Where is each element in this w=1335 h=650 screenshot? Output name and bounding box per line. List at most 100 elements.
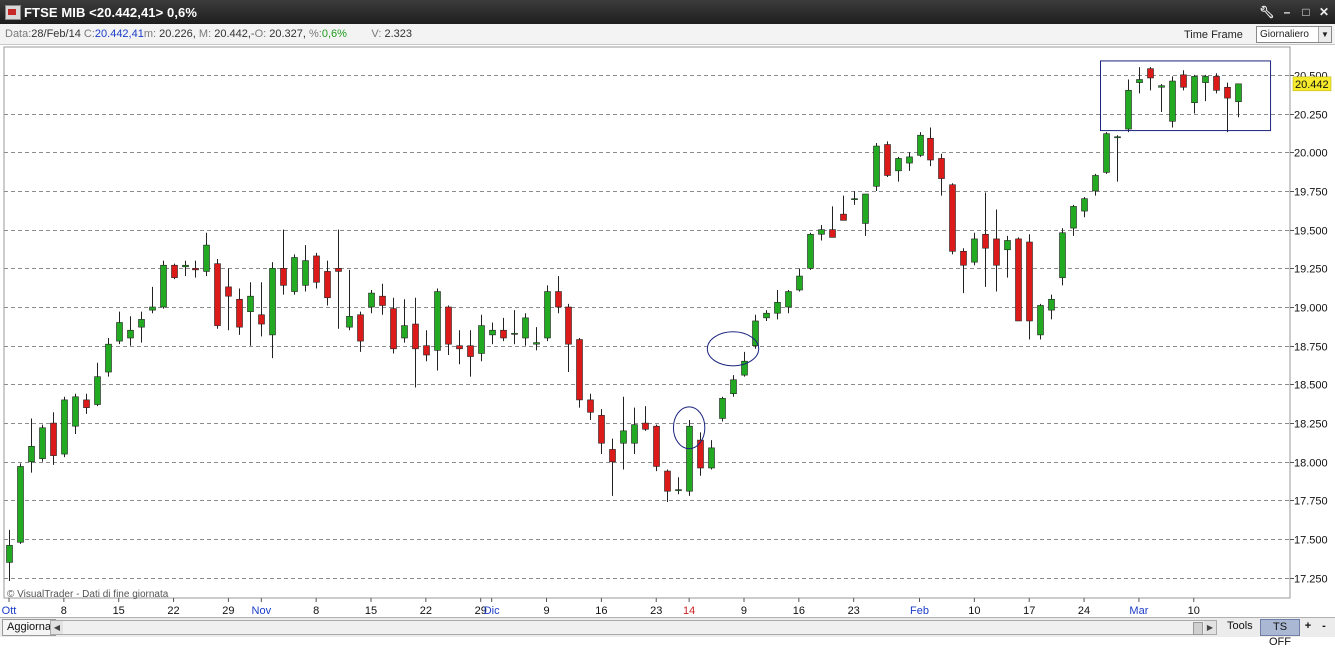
chevron-down-icon[interactable]: ▼	[1318, 27, 1331, 42]
refresh-button[interactable]: Aggiorna	[2, 619, 57, 636]
candle-up	[203, 244, 210, 272]
candle-up	[138, 319, 145, 328]
scroll-thumb[interactable]	[1193, 622, 1203, 635]
close-value: 20.442,41	[94, 28, 144, 40]
candle-down	[829, 229, 836, 238]
candle-up	[675, 489, 682, 491]
volume-value: 2.323	[384, 28, 412, 40]
maximize-icon[interactable]: □	[1298, 5, 1314, 19]
x-tick-label: 23	[848, 605, 860, 617]
candle-up	[544, 291, 551, 339]
candle-down	[83, 399, 90, 408]
candle-up	[127, 329, 134, 339]
x-tick-label: 17	[1023, 605, 1035, 617]
candle-down	[467, 345, 474, 357]
plot-frame	[3, 46, 1291, 599]
candle-up	[533, 342, 540, 345]
candle-down	[500, 329, 507, 339]
x-tick-label: 10	[968, 605, 980, 617]
candle-down	[884, 144, 891, 176]
candle-down	[1213, 76, 1220, 91]
x-tick-label: 8	[313, 605, 319, 617]
price-chart[interactable]: 17.250 17.500 17.750 18.000 18.250 18.500 18.7…	[0, 45, 1335, 617]
candle-up	[28, 446, 35, 463]
candle-up	[1114, 136, 1121, 139]
y-tick-label: 19.250	[1294, 264, 1328, 276]
x-tick-label: 22	[420, 605, 432, 617]
scroll-right-icon[interactable]: ▶	[1204, 621, 1216, 634]
candle-down	[324, 271, 331, 299]
candle-down	[1224, 86, 1231, 99]
candle-down	[555, 291, 562, 308]
y-tick-label: 20.000	[1294, 148, 1328, 160]
candle-down	[379, 295, 386, 306]
candle-up	[17, 466, 24, 543]
x-tick-label: 10	[1188, 605, 1200, 617]
candle-up	[489, 329, 496, 336]
last-price-label: 20.442	[1295, 79, 1329, 91]
candle-up	[1037, 305, 1044, 336]
y-tick-label: 17.250	[1294, 574, 1328, 586]
candle-up	[752, 320, 759, 347]
y-axis: 17.250 17.500 17.750 18.000 18.250 18.500 18.7…	[1290, 71, 1332, 586]
candle-up	[511, 333, 518, 335]
candle-up	[1169, 80, 1176, 122]
open-label: O:	[254, 28, 267, 40]
candle-down	[456, 345, 463, 350]
candle-up	[1081, 198, 1088, 212]
candle-up	[873, 145, 880, 187]
watermark: © VisualTrader - Dati di fine giornata	[7, 589, 169, 600]
candle-up	[149, 306, 156, 311]
tools-button[interactable]: Tools	[1224, 619, 1256, 634]
candle-up	[269, 268, 276, 336]
candle-down	[576, 339, 583, 401]
candle-down	[960, 251, 967, 266]
candle-up	[368, 292, 375, 308]
high-value: 20.442,	[214, 28, 251, 40]
candle-up	[1092, 175, 1099, 192]
wrench-icon[interactable]: 🔧︎	[1259, 5, 1275, 19]
x-tick-label: Dic	[484, 605, 500, 617]
ts-off-button[interactable]: TS OFF	[1260, 619, 1300, 648]
scroll-left-icon[interactable]: ◀	[51, 621, 63, 634]
candle-down	[609, 449, 616, 463]
candle-down	[927, 138, 934, 161]
minimize-icon[interactable]: –	[1279, 5, 1295, 19]
x-tick-label: 22	[167, 605, 179, 617]
volume-label: V:	[371, 28, 382, 40]
candle-down	[258, 314, 265, 325]
y-tick-label: 17.500	[1294, 535, 1328, 547]
horizontal-scrollbar[interactable]: ◀ ▶	[50, 620, 1217, 635]
x-axis: Ott 8 15 22 29 Nov 8 15 22 29Dic 9 16 23 14 9 16 23 Feb 10…	[2, 598, 1200, 617]
candle-up	[1004, 240, 1011, 251]
zoom-out-button[interactable]: -	[1318, 619, 1330, 634]
y-tick-label: 20.250	[1294, 110, 1328, 122]
zoom-in-button[interactable]: +	[1302, 619, 1314, 634]
candle-up	[302, 260, 309, 286]
candle-up	[1103, 133, 1110, 173]
title-bar: FTSE MIB <20.442,41> 0,6% 🔧︎ – □ ✕	[0, 0, 1335, 24]
candle-down	[313, 255, 320, 283]
candle-up	[895, 158, 902, 172]
candle-down	[1180, 74, 1187, 88]
app-icon	[5, 5, 21, 20]
candle-up	[774, 302, 781, 314]
candle-down	[1015, 238, 1022, 322]
candle-up	[620, 430, 627, 444]
candle-down	[390, 308, 397, 350]
y-tick-label: 19.750	[1294, 187, 1328, 199]
candle-up	[182, 264, 189, 268]
x-tick-label: Ott	[2, 605, 17, 617]
x-tick-label: 24	[1078, 605, 1090, 617]
annotation-ellipse	[706, 331, 760, 367]
candle-up	[730, 379, 737, 394]
timeframe-select[interactable]: Giornaliero ▼	[1256, 26, 1332, 43]
timeframe-value: Giornaliero	[1260, 29, 1309, 40]
low-label: m:	[143, 28, 157, 40]
close-icon[interactable]: ✕	[1316, 5, 1332, 19]
pct-value: 0,6%	[321, 28, 347, 40]
candle-down	[445, 306, 452, 345]
candle-down	[1147, 68, 1154, 79]
candle-up	[1125, 90, 1132, 130]
candle-down	[192, 268, 199, 271]
